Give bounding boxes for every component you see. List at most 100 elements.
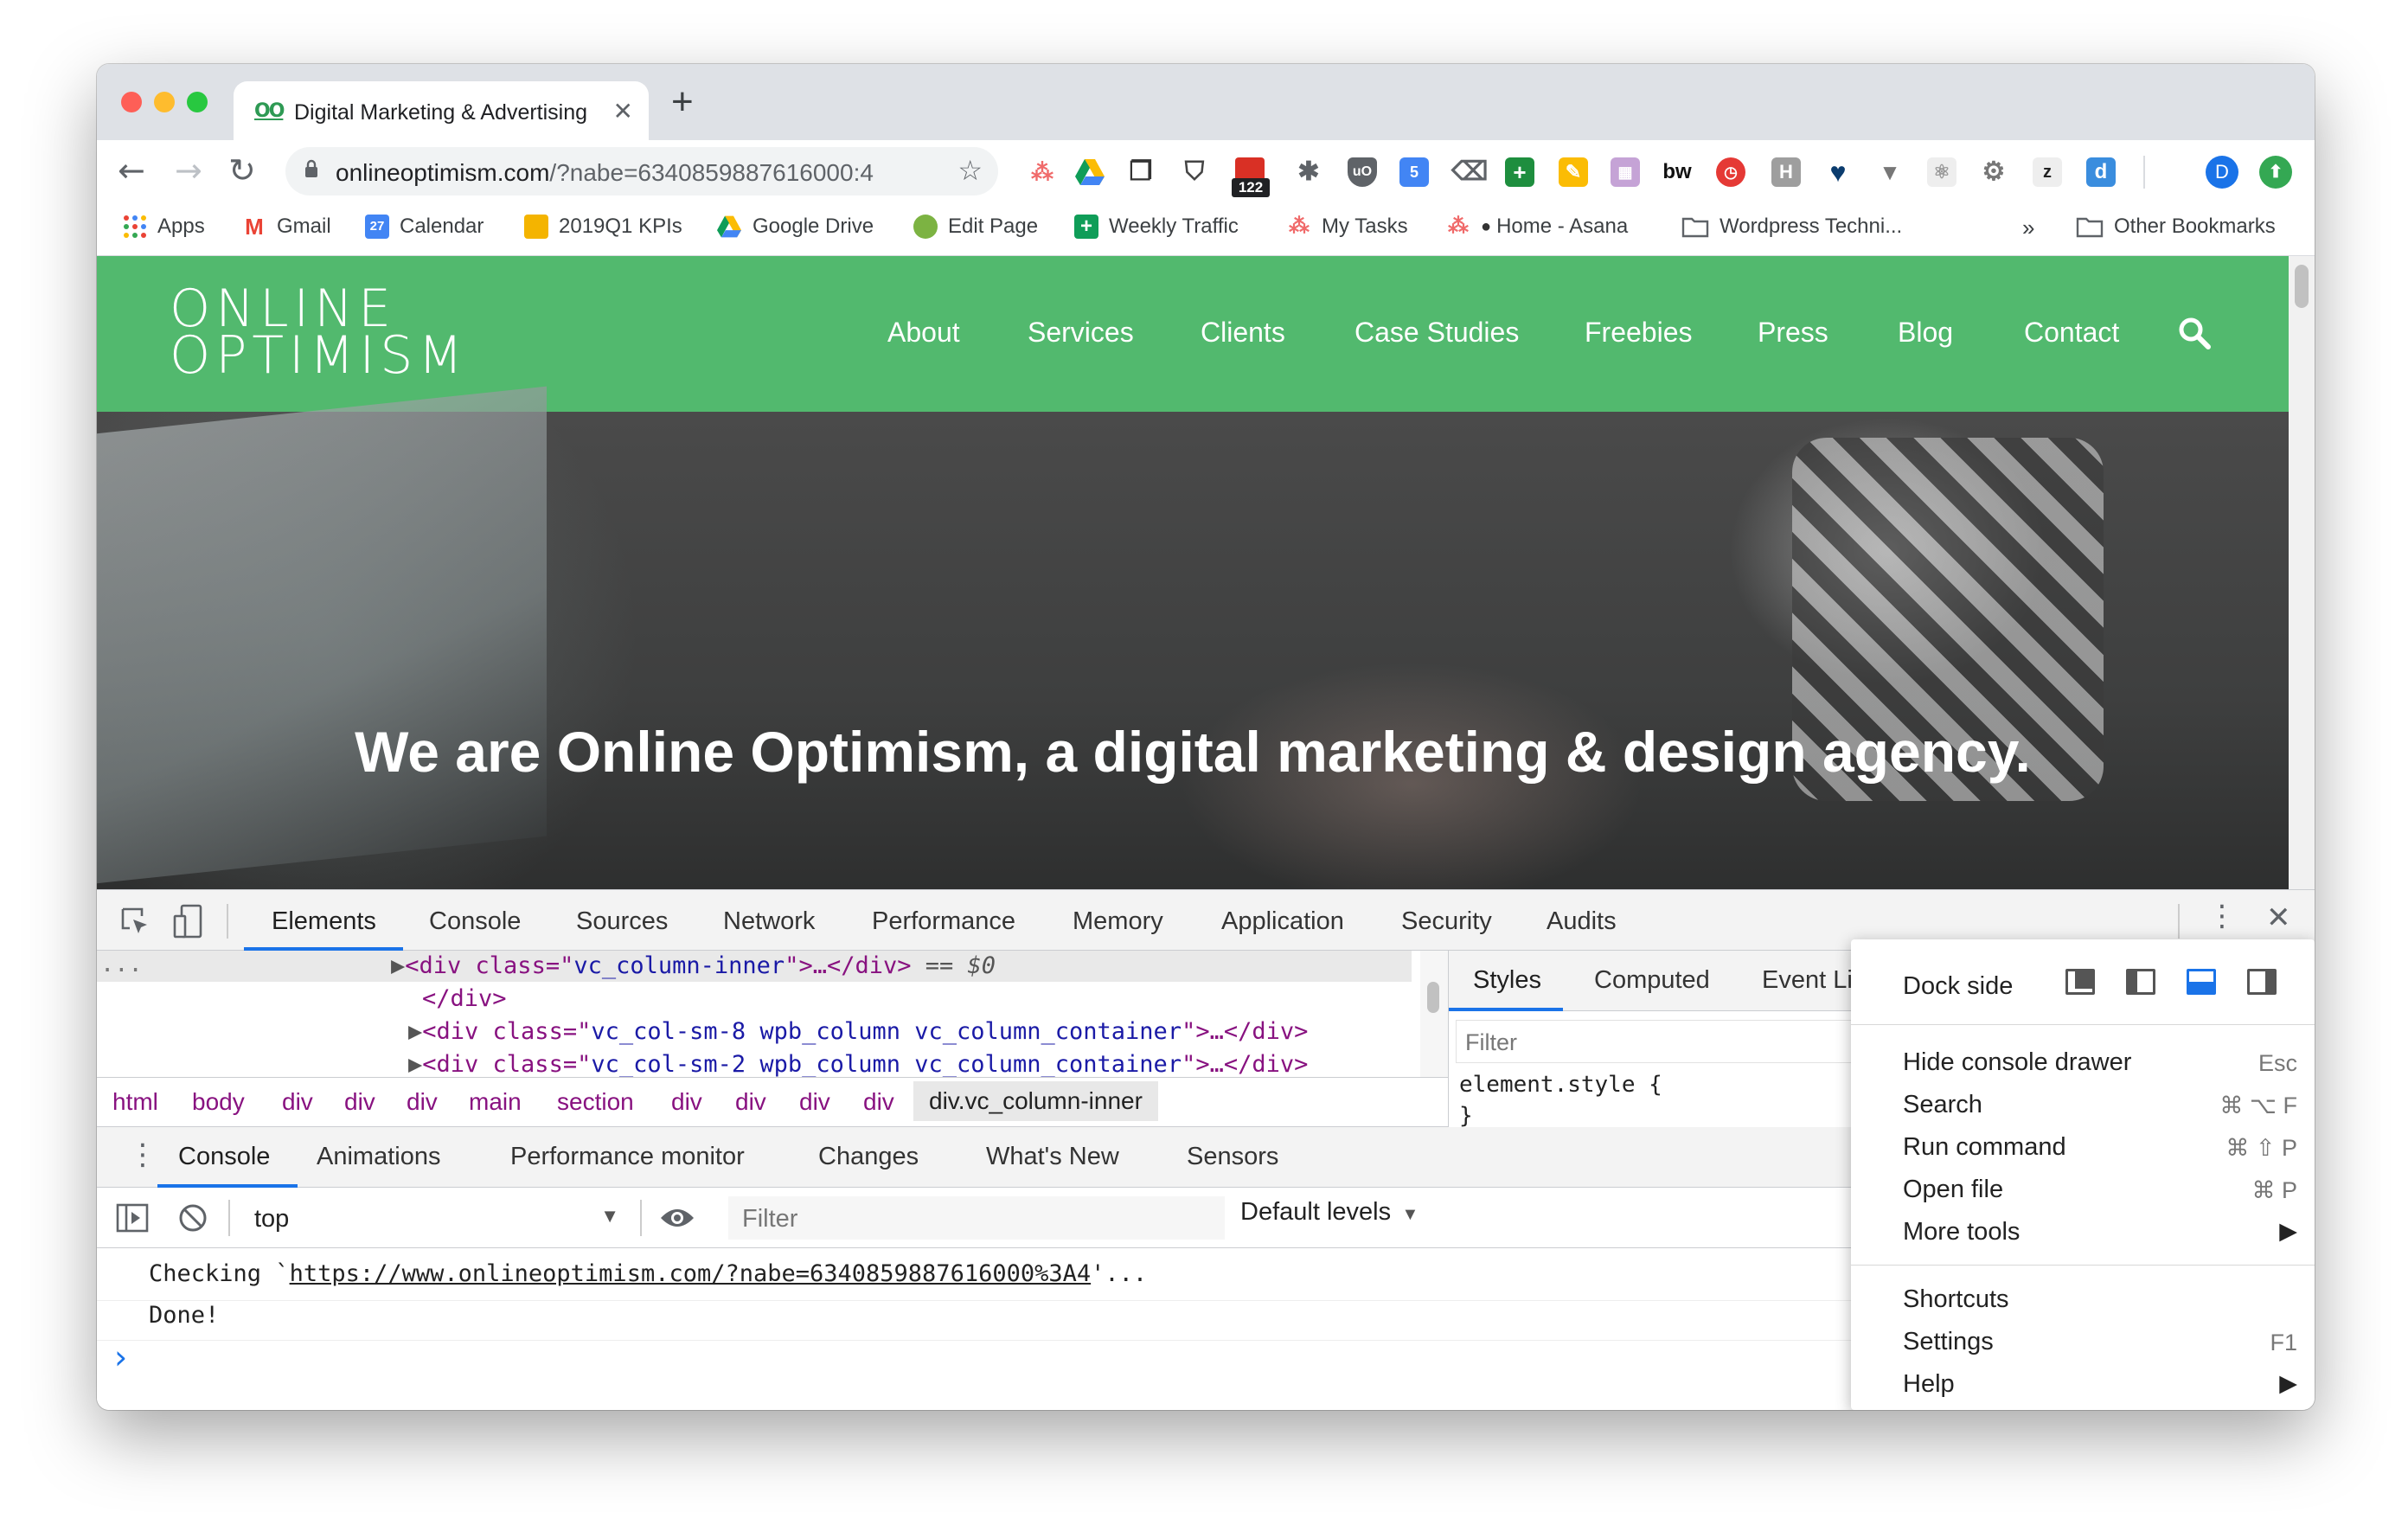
tab-application[interactable]: Application: [1221, 907, 1344, 936]
bookmark-weekly-traffic[interactable]: + Weekly Traffic: [1074, 215, 1239, 239]
bookmark-google-drive[interactable]: Google Drive: [716, 215, 874, 239]
back-arrow-icon[interactable]: ←: [118, 151, 145, 190]
search-icon[interactable]: [2178, 317, 2211, 349]
new-tab-button[interactable]: +: [671, 83, 694, 121]
drawer-tab-console[interactable]: Console: [178, 1143, 270, 1171]
bookmark-edit-page[interactable]: Edit Page: [913, 215, 1038, 239]
crumb-selected[interactable]: div.vc_column-inner: [913, 1081, 1158, 1121]
heart-extension-icon[interactable]: ♥: [1823, 157, 1853, 187]
bookmark-gmail[interactable]: M Gmail: [242, 215, 331, 239]
inspect-element-icon[interactable]: [119, 906, 150, 937]
elements-scrollbar[interactable]: [1420, 951, 1448, 1077]
crumb-body[interactable]: body: [192, 1088, 245, 1116]
bookmark-home-asana[interactable]: ⁂ ● Home - Asana: [1446, 215, 1628, 239]
vuejs-extension-icon[interactable]: ▼: [1875, 157, 1905, 187]
tab-network[interactable]: Network: [723, 907, 815, 936]
close-devtools-icon[interactable]: ✕: [2266, 900, 2291, 935]
drawer-tab-sensors[interactable]: Sensors: [1187, 1143, 1278, 1171]
scrollbar-thumb[interactable]: [2295, 265, 2309, 308]
drawer-tab-changes[interactable]: Changes: [818, 1143, 919, 1171]
eraser-extension-icon[interactable]: ⌫: [1451, 157, 1488, 187]
nav-services[interactable]: Services: [1028, 317, 1134, 349]
bookmark-kpis[interactable]: 2019Q1 KPIs: [524, 215, 682, 239]
window-extension-icon[interactable]: ❐: [1126, 157, 1156, 187]
dom-node[interactable]: ▶<div class="vc_col-sm-8 wpb_column vc_c…: [408, 1018, 1308, 1045]
bookmarks-overflow-chevron[interactable]: »: [2022, 215, 2034, 241]
tab-sources[interactable]: Sources: [576, 907, 668, 936]
tab-styles[interactable]: Styles: [1473, 966, 1541, 995]
node-ellipsis[interactable]: ...: [100, 951, 143, 977]
google-drive-extension-icon[interactable]: [1074, 157, 1105, 187]
crumb-div[interactable]: div: [282, 1088, 313, 1116]
forward-arrow-icon[interactable]: →: [175, 151, 202, 190]
dom-node[interactable]: ▶<div class="vc_col-sm-2 wpb_column vc_c…: [408, 1051, 1308, 1078]
pocket-extension-icon[interactable]: ⛉: [1180, 157, 1209, 187]
bookmark-star-icon[interactable]: ☆: [957, 154, 983, 187]
profile-avatar[interactable]: D: [2206, 156, 2238, 189]
browser-tab[interactable]: OO Digital Marketing & Advertising ✕: [234, 81, 649, 140]
crumb-div[interactable]: div: [671, 1088, 702, 1116]
nav-blog[interactable]: Blog: [1898, 317, 1953, 349]
ublock-extension-icon[interactable]: uO: [1348, 157, 1377, 187]
page-scrollbar[interactable]: [2289, 256, 2315, 889]
crumb-main[interactable]: main: [469, 1088, 522, 1116]
console-url-link[interactable]: https://www.onlineoptimism.com/?nabe=634…: [290, 1260, 1092, 1287]
context-select[interactable]: top ▼: [244, 1196, 630, 1240]
d-extension-icon[interactable]: d: [2086, 157, 2116, 187]
nav-contact[interactable]: Contact: [2024, 317, 2119, 349]
pencil-extension-icon[interactable]: ✎: [1559, 157, 1588, 187]
crumb-html[interactable]: html: [112, 1088, 158, 1116]
console-filter-input[interactable]: Filter: [728, 1196, 1225, 1240]
crumb-div[interactable]: div: [344, 1088, 375, 1116]
crumb-div[interactable]: div: [735, 1088, 766, 1116]
bookmark-other-bookmarks[interactable]: Other Bookmarks: [2076, 215, 2276, 239]
calendar-grid-extension-icon[interactable]: ▦: [1611, 157, 1640, 187]
crumb-div[interactable]: div: [799, 1088, 830, 1116]
dock-left-icon[interactable]: [2126, 969, 2155, 995]
tab-event-listeners[interactable]: Event Lis: [1762, 966, 1865, 995]
dom-node-selected[interactable]: ▶<div class="vc_column-inner">…</div> ==…: [391, 952, 996, 979]
live-expression-eye-icon[interactable]: [659, 1205, 695, 1231]
drawer-tab-whats-new[interactable]: What's New: [986, 1143, 1119, 1171]
nav-clients[interactable]: Clients: [1201, 317, 1285, 349]
device-toolbar-icon[interactable]: [173, 904, 204, 939]
tab-console[interactable]: Console: [429, 907, 521, 936]
close-tab-icon[interactable]: ✕: [613, 97, 633, 125]
clear-console-icon[interactable]: [178, 1203, 208, 1233]
maximize-window-button[interactable]: [187, 92, 208, 112]
bug-extension-icon[interactable]: ✱: [1294, 157, 1323, 187]
dom-node-close[interactable]: </div>: [422, 985, 507, 1012]
nav-about[interactable]: About: [887, 317, 960, 349]
reload-icon[interactable]: ↻: [228, 151, 256, 190]
sidebar-toggle-icon[interactable]: [116, 1203, 149, 1233]
bookmark-wordpress-folder[interactable]: Wordpress Techni...: [1681, 215, 1902, 239]
nav-press[interactable]: Press: [1758, 317, 1828, 349]
style-rule-selector[interactable]: element.style {: [1459, 1072, 1662, 1098]
bookmark-calendar[interactable]: 27 Calendar: [365, 215, 484, 239]
tab-audits[interactable]: Audits: [1547, 907, 1617, 936]
screenshot-extension-icon[interactable]: 5: [1399, 157, 1429, 187]
crumb-div[interactable]: div: [407, 1088, 438, 1116]
bw-extension-icon[interactable]: bw: [1662, 157, 1692, 187]
dock-undock-icon[interactable]: [2065, 969, 2095, 995]
bookmark-apps[interactable]: Apps: [123, 215, 205, 239]
h-extension-icon[interactable]: H: [1771, 157, 1801, 187]
asana-extension-icon[interactable]: ⁂: [1028, 157, 1057, 187]
crumb-div[interactable]: div: [863, 1088, 894, 1116]
bookmark-my-tasks[interactable]: ⁂ My Tasks: [1287, 215, 1408, 239]
more-options-kebab-icon[interactable]: ⋮: [2207, 899, 2237, 933]
site-logo[interactable]: ONLINE OPTIMISM: [170, 283, 468, 381]
nav-case-studies[interactable]: Case Studies: [1354, 317, 1519, 349]
tab-memory[interactable]: Memory: [1073, 907, 1163, 936]
nav-freebies[interactable]: Freebies: [1585, 317, 1693, 349]
update-arrow-icon[interactable]: ⬆: [2259, 156, 2292, 189]
drawer-tab-animations[interactable]: Animations: [317, 1143, 440, 1171]
react-extension-icon[interactable]: ⚛: [1927, 157, 1956, 187]
address-bar[interactable]: onlineoptimism.com/?nabe=634085988761600…: [285, 147, 998, 195]
crumb-section[interactable]: section: [557, 1088, 634, 1116]
tab-elements[interactable]: Elements: [272, 907, 376, 936]
gear-extension-icon[interactable]: ⚙: [1979, 157, 2008, 187]
styles-filter-input[interactable]: Filter: [1456, 1020, 1883, 1063]
minimize-window-button[interactable]: [154, 92, 175, 112]
stopwatch-extension-icon[interactable]: ◷: [1716, 157, 1745, 187]
